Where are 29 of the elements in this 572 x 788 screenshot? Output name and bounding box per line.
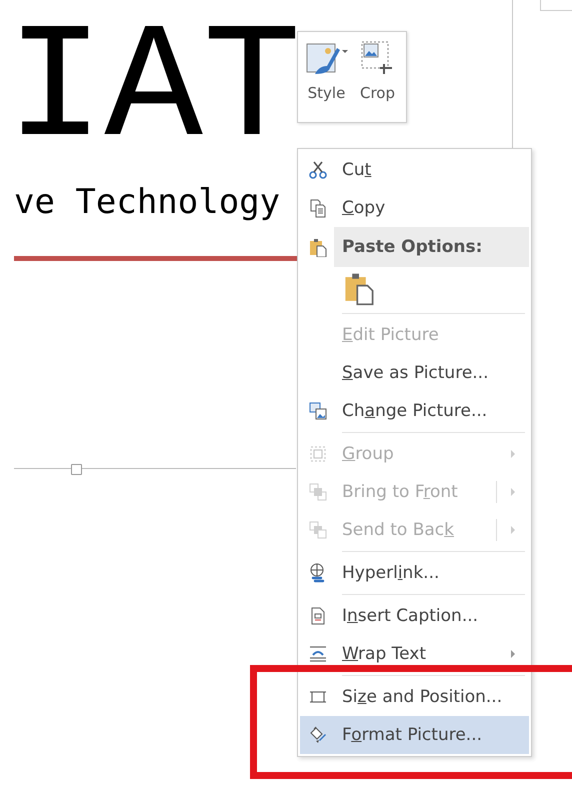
group-icon	[308, 444, 328, 464]
menu-item[interactable]: Size and Position...	[300, 678, 529, 716]
scissors-icon	[308, 160, 328, 180]
submenu-arrow-icon	[511, 450, 515, 458]
menu-item[interactable]: Change Picture...	[300, 392, 529, 430]
crop-button[interactable]: Crop	[355, 40, 400, 122]
menu-item[interactable]: Wrap Text	[300, 635, 529, 673]
style-button[interactable]: Style	[304, 40, 349, 122]
submenu-arrow-icon	[511, 526, 515, 534]
menu-item[interactable]: Hyperlink...	[300, 554, 529, 592]
change-picture-icon	[308, 401, 328, 421]
copy-icon	[308, 198, 328, 218]
logo-text: IAT	[6, 16, 302, 166]
menu-item[interactable]: Copy	[300, 189, 529, 227]
paste-options-header: Paste Options:	[334, 227, 529, 267]
menu-item[interactable]: Cut	[300, 151, 529, 189]
clipboard-icon	[308, 237, 328, 257]
page-corner-mark	[540, 0, 572, 11]
menu-item[interactable]: Format Picture...	[300, 716, 529, 754]
paint-bucket-icon	[308, 725, 328, 745]
submenu-arrow-icon	[511, 488, 515, 496]
menu-item[interactable]: Save as Picture...	[300, 354, 529, 392]
wrap-text-icon	[308, 644, 328, 664]
tagline-text: ve Technology	[14, 182, 280, 222]
menu-item[interactable]: Insert Caption...	[300, 597, 529, 635]
send-back-icon	[308, 520, 328, 540]
bring-front-icon	[308, 482, 328, 502]
submenu-arrow-icon	[511, 650, 515, 658]
resize-handle[interactable]	[71, 464, 82, 475]
